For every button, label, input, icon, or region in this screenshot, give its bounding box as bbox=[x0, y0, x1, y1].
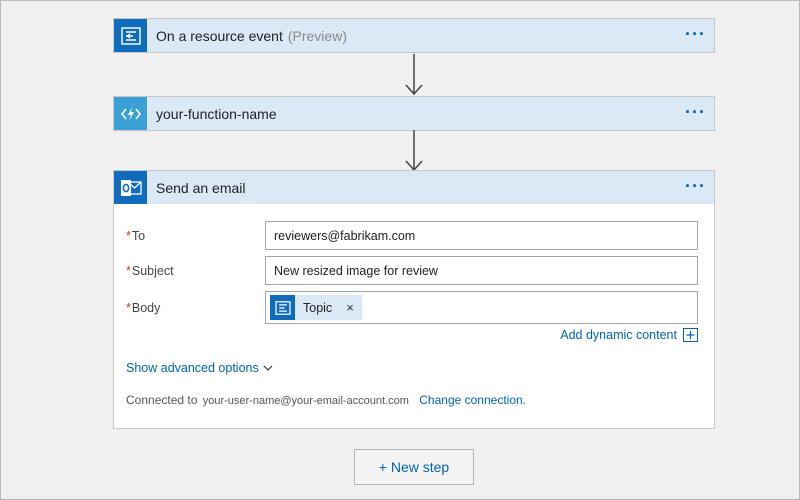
to-label: *To bbox=[126, 228, 146, 243]
add-dynamic-content-link[interactable]: Add dynamic content bbox=[560, 328, 698, 342]
send-email-more-button[interactable]: ··· bbox=[685, 177, 706, 195]
add-dynamic-content-icon bbox=[683, 328, 698, 342]
body-label: *Body bbox=[126, 300, 161, 315]
function-card-header[interactable]: your-function-name ··· bbox=[114, 97, 714, 130]
required-marker: * bbox=[126, 263, 131, 278]
subject-field[interactable]: New resized image for review bbox=[265, 256, 698, 285]
body-row: *Body Topic × bbox=[126, 291, 698, 324]
trigger-title: On a resource event (Preview) bbox=[156, 27, 347, 44]
remove-token-icon[interactable]: × bbox=[346, 300, 354, 315]
send-email-title: Send an email bbox=[156, 179, 246, 196]
trigger-more-button[interactable]: ··· bbox=[685, 25, 706, 43]
flow-arrow-icon bbox=[405, 54, 423, 96]
outlook-icon bbox=[114, 171, 147, 204]
connected-account: your-user-name@your-email-account.com bbox=[202, 395, 409, 407]
connection-info: Connected to your-user-name@your-email-a… bbox=[126, 393, 526, 407]
function-more-button[interactable]: ··· bbox=[685, 103, 706, 121]
connected-prefix: Connected to bbox=[126, 393, 198, 407]
azure-function-icon bbox=[114, 97, 147, 130]
required-marker: * bbox=[126, 228, 131, 243]
new-step-button[interactable]: + New step bbox=[354, 449, 474, 485]
to-field[interactable]: reviewers@fabrikam.com bbox=[265, 221, 698, 250]
required-marker: * bbox=[126, 300, 131, 315]
send-email-card-header[interactable]: Send an email ··· bbox=[114, 171, 714, 204]
subject-row: *Subject New resized image for review bbox=[126, 256, 698, 285]
to-row: *To reviewers@fabrikam.com bbox=[126, 221, 698, 250]
event-grid-icon bbox=[114, 19, 147, 52]
trigger-card-header[interactable]: On a resource event (Preview) ··· bbox=[114, 19, 714, 52]
function-card[interactable]: your-function-name ··· bbox=[113, 96, 715, 131]
show-advanced-options-link[interactable]: Show advanced options bbox=[126, 361, 273, 375]
topic-token-label: Topic bbox=[303, 300, 333, 315]
flow-arrow-icon bbox=[405, 130, 423, 172]
send-email-card[interactable]: Send an email ··· *To reviewers@fabrikam… bbox=[113, 170, 715, 429]
body-field[interactable]: Topic × bbox=[265, 291, 698, 324]
subject-label: *Subject bbox=[126, 263, 174, 278]
trigger-card[interactable]: On a resource event (Preview) ··· bbox=[113, 18, 715, 53]
function-title: your-function-name bbox=[156, 105, 277, 122]
topic-token[interactable]: Topic × bbox=[270, 295, 362, 320]
change-connection-link[interactable]: Change connection. bbox=[419, 393, 526, 407]
preview-label: (Preview) bbox=[287, 27, 347, 44]
event-grid-icon bbox=[270, 295, 295, 320]
chevron-down-icon bbox=[263, 365, 273, 371]
